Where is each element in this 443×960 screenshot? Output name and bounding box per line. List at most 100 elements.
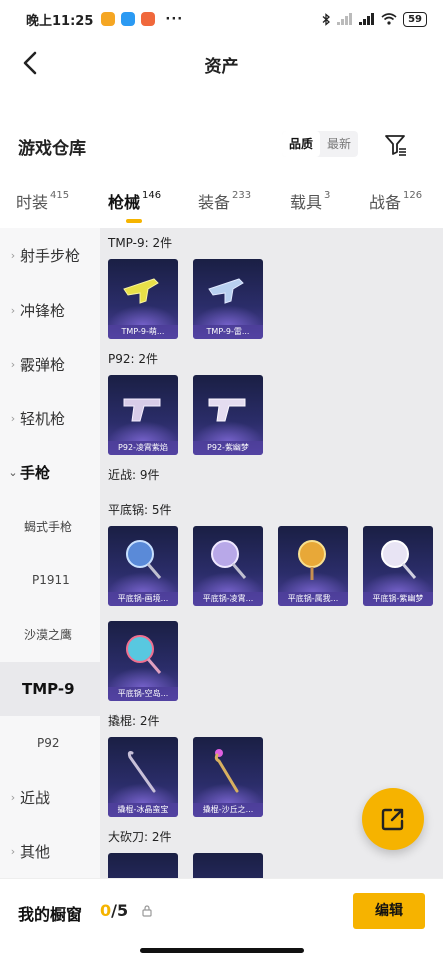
tab-supplies[interactable]: 战备 126	[369, 189, 422, 213]
smg-icon	[208, 278, 244, 304]
sidebar-item-marksman-rifle[interactable]: › 射手步枪	[0, 228, 100, 282]
status-bar: 晚上11:25 ··· 59	[0, 0, 443, 38]
sidebar-item-melee[interactable]: › 近战	[0, 770, 100, 824]
crowbar-icon	[214, 749, 239, 793]
item-name: 平底锅-凌霄...	[193, 592, 263, 606]
sidebar-item-shotgun[interactable]: › 霰弹枪	[0, 337, 100, 391]
item-card[interactable]: TMP-9-萌...	[108, 259, 178, 339]
battery-indicator: 59	[403, 11, 427, 27]
tab-label: 战备	[369, 193, 402, 212]
chevron-right-icon: ›	[10, 790, 16, 804]
tab-label: 枪械	[108, 193, 141, 212]
item-card[interactable]: 平底锅-空岛...	[108, 621, 178, 701]
status-more-icon: ···	[165, 11, 184, 27]
sidebar-item-p92[interactable]: P92	[0, 716, 100, 770]
filter-button[interactable]	[383, 132, 409, 158]
category-tabs: 时装 415 枪械 146 装备 233 载具 3 战备 126	[0, 180, 443, 226]
showcase-label: 我的橱窗	[18, 905, 83, 924]
share-button[interactable]	[362, 788, 424, 850]
sidebar-item-p1911[interactable]: P1911	[0, 553, 100, 607]
tab-guns[interactable]: 枪械 146	[108, 189, 161, 223]
sidebar-item-scorpion[interactable]: 蝎式手枪	[0, 499, 100, 553]
chevron-right-icon: ›	[10, 411, 16, 425]
sidebar-item-label: 其他	[20, 842, 51, 861]
item-card[interactable]: 平底锅-凌霄...	[193, 526, 263, 606]
item-card[interactable]: 撬棍-沙丘之...	[193, 737, 263, 817]
frying-pan-icon	[126, 540, 162, 579]
item-card[interactable]	[108, 853, 178, 878]
frying-pan-icon	[298, 540, 326, 580]
item-card[interactable]: 平底锅-画境...	[108, 526, 178, 606]
item-card[interactable]: 撬棍-冰晶蛮宝	[108, 737, 178, 817]
tab-count: 233	[232, 190, 252, 201]
tab-vehicles[interactable]: 载具 3	[290, 189, 330, 213]
chevron-down-icon: ⌄	[8, 465, 18, 479]
crowbar-icon	[127, 751, 156, 793]
pistol-icon	[208, 398, 246, 422]
showcase-bar: 我的橱窗 0/5 编辑	[0, 878, 443, 944]
lock-icon	[142, 905, 152, 917]
sidebar-item-label: TMP-9	[22, 680, 75, 698]
bluetooth-icon	[322, 12, 331, 26]
status-app-icons	[101, 12, 156, 26]
sidebar-item-desert-eagle[interactable]: 沙漠之鹰	[0, 607, 100, 661]
tab-count: 415	[50, 190, 70, 201]
item-name: 平底锅-画境...	[108, 592, 178, 606]
group-label: 平底锅: 5件	[108, 503, 172, 517]
back-button[interactable]	[16, 48, 44, 78]
signal-icon	[337, 13, 353, 25]
sidebar-item-label: 轻机枪	[20, 409, 66, 428]
home-indicator	[140, 948, 304, 953]
chevron-right-icon: ›	[10, 844, 16, 858]
group-label: 近战: 9件	[108, 468, 160, 482]
item-card[interactable]	[193, 853, 263, 878]
header: 资产	[0, 38, 443, 88]
tab-fashion[interactable]: 时装 415	[16, 189, 69, 213]
frying-pan-icon	[381, 540, 417, 579]
sidebar-item-label: 冲锋枪	[20, 301, 66, 320]
status-right: 59	[322, 11, 427, 27]
sidebar-item-tmp9[interactable]: TMP-9	[0, 662, 100, 716]
sort-toggle: 品质 最新	[282, 131, 359, 157]
sidebar-item-pistol[interactable]: ⌄ 手枪	[0, 445, 100, 499]
tab-equipment[interactable]: 装备 233	[198, 189, 251, 213]
item-card[interactable]: 平底锅-紫幽梦	[363, 526, 433, 606]
tab-label: 时装	[16, 193, 49, 212]
group-label: P92: 2件	[108, 352, 158, 366]
item-card[interactable]: P92-凌霄紫焰	[108, 375, 178, 455]
group-label: TMP-9: 2件	[108, 236, 173, 250]
smg-icon	[123, 278, 159, 304]
sidebar-item-label: 手枪	[20, 463, 51, 482]
group-label: 撬棍: 2件	[108, 714, 160, 728]
item-card[interactable]: 平底锅-属我...	[278, 526, 348, 606]
chevron-right-icon: ›	[10, 303, 16, 317]
signal-icon	[359, 13, 375, 25]
item-name: 平底锅-空岛...	[108, 687, 178, 701]
item-grid: TMP-9: 2件 TMP-9-萌... TMP-9-雷... P92: 2件 …	[100, 228, 443, 878]
item-name: P92-凌霄紫焰	[108, 441, 178, 455]
item-name: 撬棍-冰晶蛮宝	[108, 803, 178, 817]
item-name: P92-紫幽梦	[193, 441, 263, 455]
item-card[interactable]: TMP-9-雷...	[193, 259, 263, 339]
sidebar-item-lmg[interactable]: › 轻机枪	[0, 391, 100, 445]
showcase-current: 0	[100, 901, 112, 920]
active-tab-indicator	[126, 219, 142, 223]
edit-button[interactable]: 编辑	[353, 893, 425, 929]
app-notification-icon	[121, 12, 136, 26]
tab-count: 3	[324, 190, 331, 201]
sidebar-item-smg[interactable]: › 冲锋枪	[0, 283, 100, 337]
filter-icon	[385, 135, 406, 156]
share-icon	[381, 808, 404, 831]
frying-pan-icon	[211, 540, 247, 579]
item-name: TMP-9-萌...	[108, 325, 178, 339]
page-title: 资产	[204, 57, 239, 77]
sidebar-item-label: 沙漠之鹰	[24, 627, 73, 642]
sidebar-item-label: P1911	[32, 573, 70, 587]
sidebar-item-label: 蝎式手枪	[24, 519, 73, 534]
item-card[interactable]: P92-紫幽梦	[193, 375, 263, 455]
sidebar-item-label: 霰弹枪	[20, 355, 66, 374]
sort-newest-option[interactable]: 最新	[320, 131, 358, 157]
sidebar-item-other[interactable]: › 其他	[0, 824, 100, 878]
chevron-right-icon: ›	[10, 248, 16, 262]
sort-quality-option[interactable]: 品质	[282, 131, 321, 157]
